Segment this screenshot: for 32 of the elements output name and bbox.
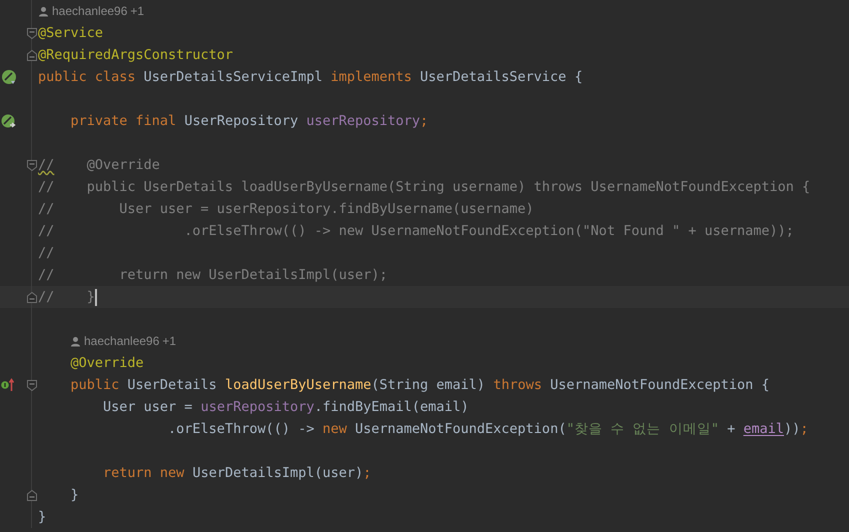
fold-icon[interactable] bbox=[27, 160, 37, 170]
code-line: @RequiredArgsConstructor bbox=[38, 46, 234, 65]
code-line: // @Override bbox=[38, 156, 160, 175]
code-line: // User user = userRepository.findByUsername(username) bbox=[38, 200, 534, 219]
code-line: return new UserDetailsImpl(user); bbox=[102, 464, 372, 483]
override-arrow-icon[interactable] bbox=[1, 378, 15, 392]
code-line: // } bbox=[38, 288, 97, 308]
author-hint[interactable]: haechanlee96 bbox=[52, 2, 128, 20]
code-line: // public UserDetails loadUserByUsername(String username) throws UsernameNotFoundException { bbox=[38, 178, 810, 197]
author-count: +1 bbox=[130, 3, 144, 20]
fold-icon[interactable] bbox=[27, 292, 37, 302]
code-line: // .orElseThrow(() -> new UsernameNotFoundException("Not Found " + username)); bbox=[38, 222, 794, 241]
fold-icon[interactable] bbox=[27, 380, 37, 390]
code-line: public UserDetails loadUserByUsername(String email) throws UsernameNotFoundException { bbox=[70, 376, 770, 395]
code-line: User user = userRepository.findByEmail(email) bbox=[102, 398, 469, 417]
person-icon bbox=[70, 336, 81, 346]
code-line: public class UserDetailsServiceImpl implements UserDetailsService { bbox=[38, 68, 583, 87]
code-line: // return new UserDetailsImpl(user); bbox=[38, 266, 388, 285]
person-icon bbox=[38, 6, 49, 16]
fold-icon[interactable] bbox=[27, 28, 37, 38]
code-line: private final UserRepository userRepository; bbox=[70, 112, 428, 131]
author-hint[interactable]: haechanlee96 bbox=[84, 332, 160, 350]
code-line: .orElseThrow(() -> new UsernameNotFoundException("찾을 수 없는 이메일" + email)); bbox=[167, 420, 808, 439]
author-count: +1 bbox=[162, 333, 176, 350]
code-line: @Override bbox=[70, 354, 144, 373]
text-cursor bbox=[94, 288, 97, 306]
fold-icon[interactable] bbox=[27, 50, 37, 60]
code-line: } bbox=[38, 508, 46, 527]
code-line: @Service bbox=[38, 24, 104, 43]
code-line: } bbox=[70, 486, 79, 505]
fold-icon[interactable] bbox=[27, 490, 37, 500]
code-line: // bbox=[38, 244, 54, 263]
